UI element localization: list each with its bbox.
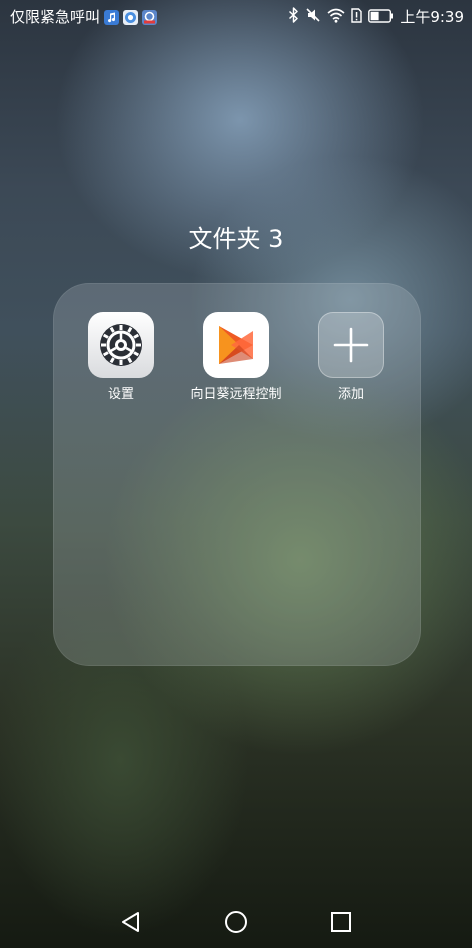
status-time: 上午9:39 <box>400 8 464 26</box>
app-label-add: 添加 <box>337 387 364 402</box>
music-notification-icon <box>104 9 120 25</box>
app-notification-icon <box>142 9 158 25</box>
app-label-sunflower: 向日葵远程控制 <box>190 387 282 402</box>
status-bar: 仅限紧急呼叫 上午9:39 <box>0 0 472 34</box>
app-sunflower-remote[interactable]: 向日葵远程控制 <box>179 312 293 403</box>
app-label-settings: 设置 <box>107 387 134 402</box>
app-settings[interactable]: 设置 <box>64 312 178 403</box>
bluetooth-icon <box>288 7 299 27</box>
recents-square-icon <box>331 911 351 932</box>
back-button[interactable] <box>101 895 161 948</box>
folder-add-button[interactable]: 添加 <box>294 312 408 403</box>
home-circle-icon <box>225 910 247 933</box>
battery-icon <box>368 8 394 27</box>
status-right: 上午9:39 <box>288 7 464 27</box>
browser-notification-icon <box>123 9 139 25</box>
status-left: 仅限紧急呼叫 <box>10 7 158 27</box>
recents-button[interactable] <box>311 895 371 948</box>
add-plus-icon <box>318 312 384 378</box>
home-button[interactable] <box>206 895 266 948</box>
sim-alert-icon <box>351 7 363 27</box>
carrier-text: 仅限紧急呼叫 <box>10 8 101 26</box>
wifi-icon <box>327 8 345 27</box>
folder-title[interactable]: 文件夹 3 <box>0 222 472 256</box>
back-triangle-icon <box>122 911 139 932</box>
silent-icon <box>305 7 321 27</box>
sunflower-remote-icon <box>203 312 269 378</box>
navigation-bar <box>0 895 472 948</box>
settings-gear-icon <box>88 312 154 378</box>
